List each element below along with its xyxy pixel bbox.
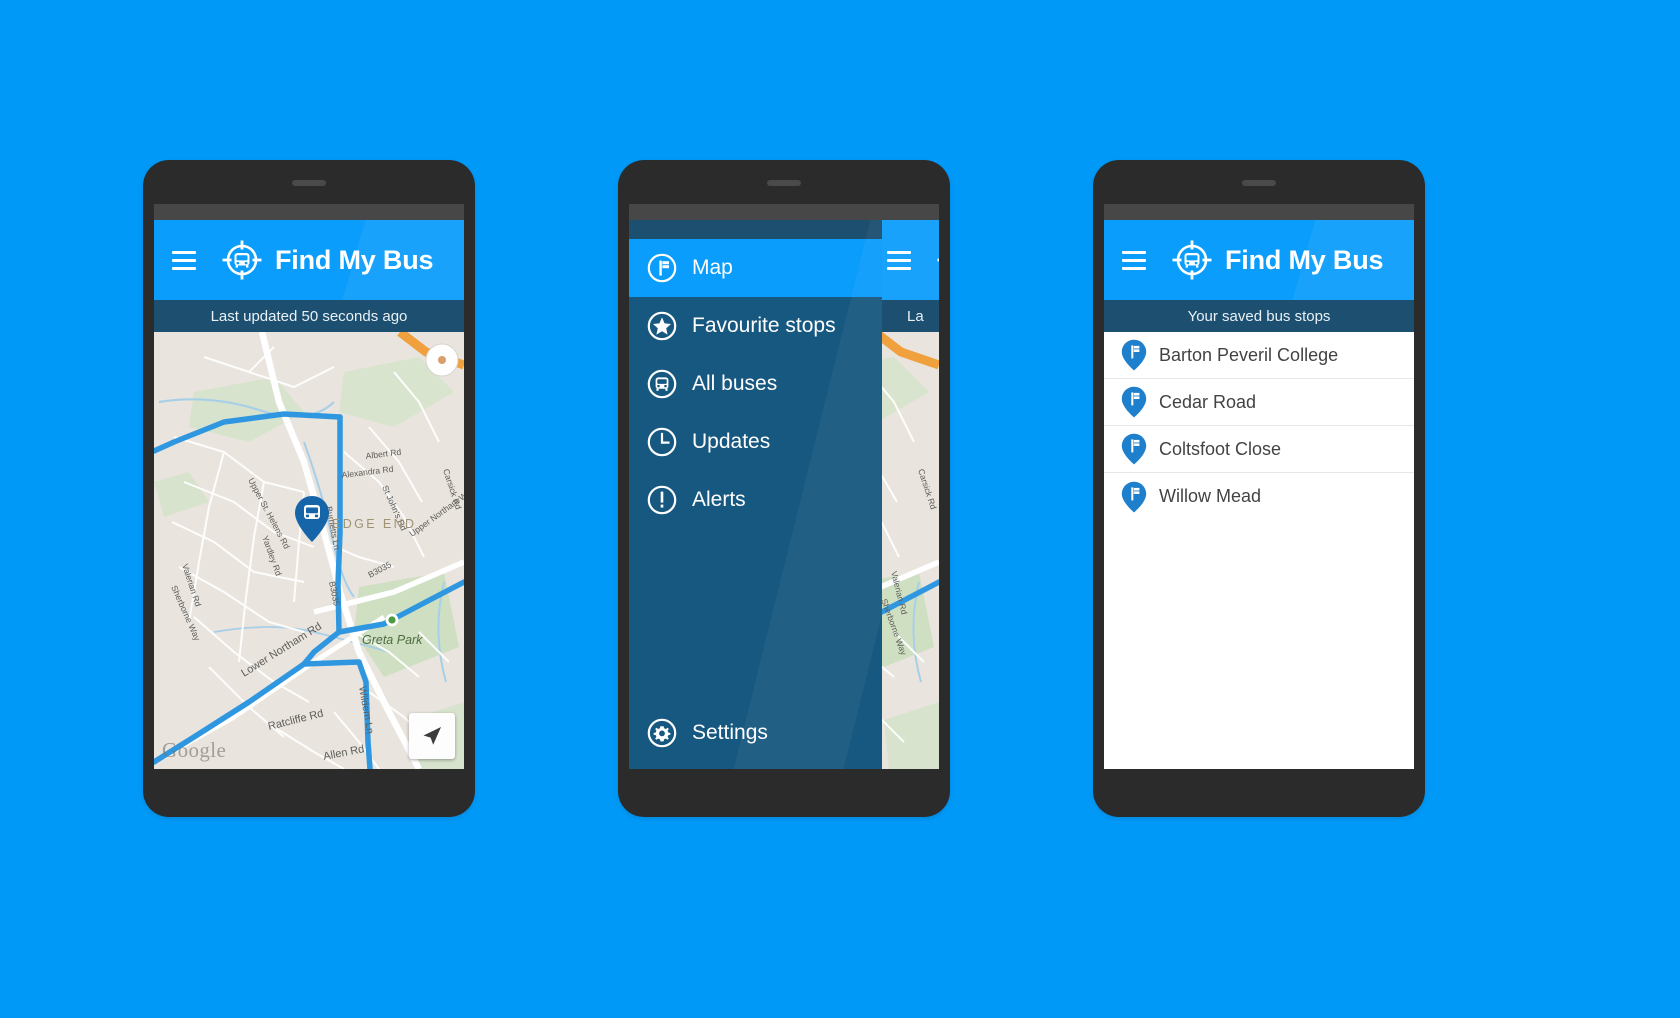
- map-view[interactable]: Albert Rd Alexandra Rd Upper St. Helens …: [154, 332, 464, 769]
- stop-name: Cedar Road: [1159, 391, 1257, 412]
- google-attribution: Google: [162, 738, 227, 762]
- exclamation-icon: [646, 484, 678, 516]
- navigation-drawer-screen: La Valerian Rd Sherborne Way Carsick Rd …: [629, 204, 939, 769]
- svg-text:EDGE END: EDGE END: [332, 517, 417, 531]
- drawer-item-label: Favourite stops: [692, 314, 836, 337]
- status-strip: Your saved bus stops: [1104, 300, 1414, 332]
- drawer-item-map[interactable]: Map: [629, 239, 882, 297]
- hamburger-menu-icon[interactable]: [1122, 250, 1146, 270]
- clock-icon: [646, 426, 678, 458]
- list-item[interactable]: Willow Mead: [1104, 473, 1414, 520]
- bus-target-logo-icon: [933, 236, 939, 284]
- drawer-top-strip: [629, 220, 882, 239]
- drawer-item-label: All buses: [692, 372, 778, 395]
- list-item[interactable]: Coltsfoot Close: [1104, 426, 1414, 473]
- drawer-item-label: Map: [692, 256, 733, 279]
- hamburger-menu-icon[interactable]: [172, 250, 196, 270]
- app-bar: Find My Bus: [154, 220, 464, 300]
- system-status-bar: [629, 204, 939, 220]
- list-item[interactable]: Barton Peveril College: [1104, 332, 1414, 379]
- phone-speaker-grille: [1242, 180, 1276, 186]
- bus-stop-pin-icon: [1121, 481, 1147, 513]
- system-status-bar: [1104, 204, 1414, 220]
- bus-stop-pin-icon: [1121, 386, 1147, 418]
- hamburger-menu-icon[interactable]: [887, 250, 911, 270]
- phone-speaker-grille: [767, 180, 801, 186]
- drawer-item-label: Settings: [692, 721, 768, 744]
- phone-speaker-grille: [292, 180, 326, 186]
- app-bar: Find My Bus: [1104, 220, 1414, 300]
- bus-stop-sign-icon: [646, 252, 678, 284]
- drawer-spacer: [629, 529, 882, 711]
- stop-name: Barton Peveril College: [1159, 344, 1339, 365]
- bus-icon: [646, 368, 678, 400]
- list-item[interactable]: Cedar Road: [1104, 379, 1414, 426]
- gear-icon: [646, 717, 678, 749]
- navigation-arrow-icon: [421, 725, 443, 747]
- svg-text:Greta Park: Greta Park: [362, 633, 423, 647]
- stop-name: Willow Mead: [1159, 486, 1262, 506]
- star-icon: [646, 310, 678, 342]
- phone-saved-stops-device: Find My Bus Your saved bus stops Barton …: [1093, 160, 1425, 817]
- drawer-item-updates[interactable]: Updates: [629, 413, 882, 471]
- drawer-item-label: Alerts: [692, 488, 746, 511]
- bus-target-logo-icon: [1168, 236, 1216, 284]
- map-canvas: Albert Rd Alexandra Rd Upper St. Helens …: [154, 332, 464, 769]
- drawer-item-settings[interactable]: Settings: [629, 711, 882, 769]
- status-strip: Last updated 50 seconds ago: [154, 300, 464, 332]
- app-title: Find My Bus: [275, 244, 434, 275]
- phone-drawer-device: La Valerian Rd Sherborne Way Carsick Rd …: [618, 160, 950, 817]
- bus-target-logo-icon: [218, 236, 266, 284]
- screenshot-stage: Find My Bus Last updated 50 seconds ago: [0, 0, 1680, 1018]
- drawer-item-alerts[interactable]: Alerts: [629, 471, 882, 529]
- system-status-bar: [154, 204, 464, 220]
- drawer-item-favourite-stops[interactable]: Favourite stops: [629, 297, 882, 355]
- my-location-button[interactable]: [409, 713, 455, 759]
- brand: [933, 236, 939, 284]
- drawer-item-label: Updates: [692, 430, 771, 453]
- phone-map-device: Find My Bus Last updated 50 seconds ago: [143, 160, 475, 817]
- map-screen: Find My Bus Last updated 50 seconds ago: [154, 204, 464, 769]
- brand: Find My Bus: [1168, 236, 1384, 284]
- drawer-item-all-buses[interactable]: All buses: [629, 355, 882, 413]
- saved-stops-list: Barton Peveril College Cedar Road Coltsf…: [1104, 332, 1414, 769]
- brand: Find My Bus: [218, 236, 434, 284]
- stop-name: Coltsfoot Close: [1159, 438, 1282, 459]
- app-title: Find My Bus: [1225, 244, 1384, 275]
- saved-stops-screen: Find My Bus Your saved bus stops Barton …: [1104, 204, 1414, 769]
- bus-stop-pin-icon: [1121, 433, 1147, 465]
- bus-stop-pin-icon: [1121, 339, 1147, 371]
- navigation-drawer: Map Favourite stops All buses Updates Al…: [629, 220, 882, 769]
